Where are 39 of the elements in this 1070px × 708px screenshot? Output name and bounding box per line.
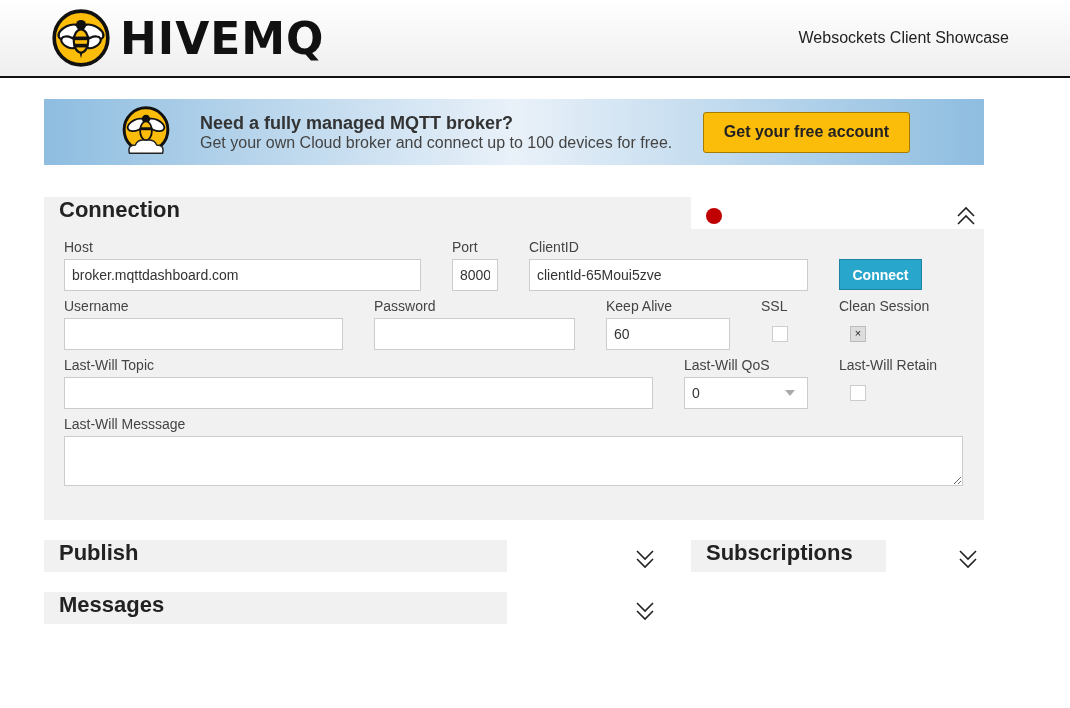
clean-session-checkbox[interactable]: × [850,326,866,342]
dropdown-arrow-icon [785,390,795,396]
field-label: Port [452,239,479,257]
banner-text: Get your own Cloud broker and connect up to 100 devices for free. [200,133,674,152]
username-field[interactable] [64,318,343,350]
ssl-checkbox[interactable] [772,326,788,342]
field-label: Last-Will Retain [839,357,938,375]
header-subtitle: Websockets Client Showcase [798,29,1009,47]
section-title: Publish [44,540,507,572]
port-field[interactable]: 8000 [452,259,498,291]
field-label: Last-Will QoS [684,357,771,375]
collapse-chevron-icon[interactable] [956,206,976,226]
logo-text: HIVEMQ [120,12,325,64]
expand-chevron-icon[interactable] [635,549,655,569]
field-label: Keep Alive [606,298,674,316]
keep-alive-field[interactable]: 60 [606,318,730,350]
banner-title: Need a fully managed MQTT broker? [200,112,515,134]
free-account-button[interactable]: Get your free account [703,111,910,153]
password-field[interactable] [374,318,575,350]
field-label: ClientID [529,239,580,257]
field-label: Clean Session [839,298,930,316]
section-title: Subscriptions [691,540,886,572]
retain-checkbox[interactable] [850,385,866,401]
client-id-field[interactable]: clientId-65Moui5zve [529,259,808,291]
expand-chevron-icon[interactable] [958,549,978,569]
field-label: Last-Will Messsage [64,416,187,434]
expand-chevron-icon[interactable] [635,601,655,621]
field-label: Last-Will Topic [64,357,155,375]
field-label: Host [64,239,94,257]
section-title: Connection [44,197,691,229]
last-will-topic-field[interactable] [64,377,653,409]
last-will-message-field[interactable] [64,436,963,486]
qos-dropdown[interactable]: 0 [684,377,808,409]
host-field[interactable]: broker.mqttdashboard.com [64,259,421,291]
section-title: Messages [44,592,507,624]
field-label: Password [374,298,437,316]
field-label: SSL [761,298,789,316]
field-label: Username [64,298,130,316]
bee-logo-icon [52,9,110,67]
